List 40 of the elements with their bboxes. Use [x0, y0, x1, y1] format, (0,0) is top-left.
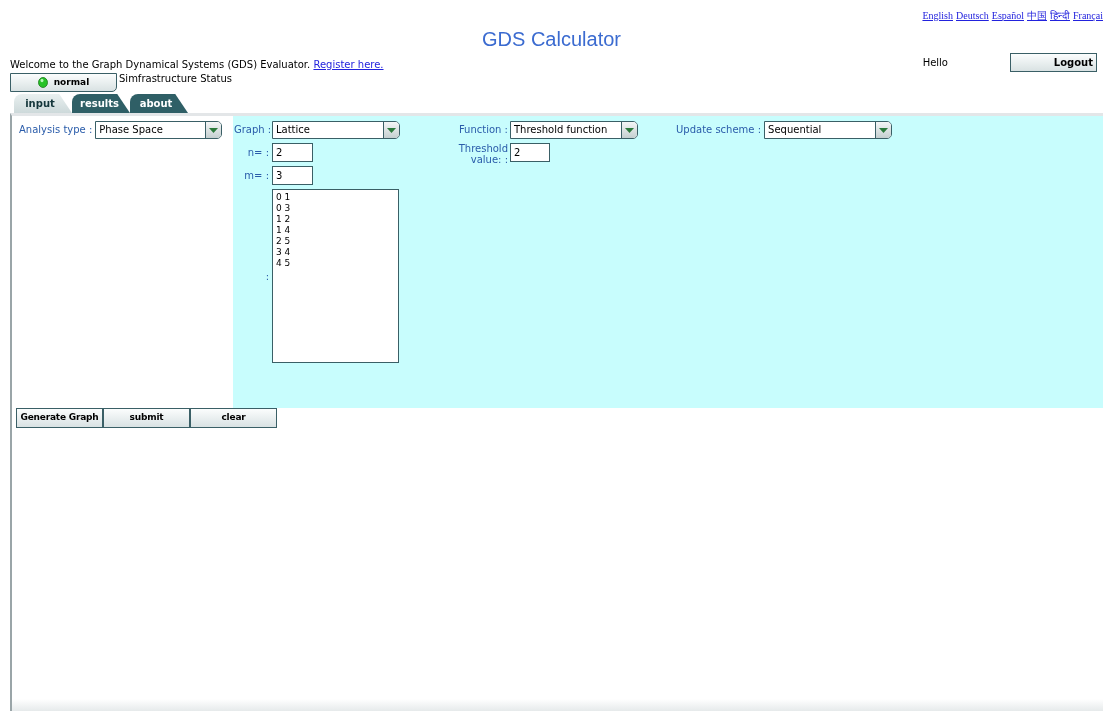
update-scheme-dropdown[interactable]: Sequential — [764, 121, 893, 139]
status-light-icon — [37, 77, 48, 88]
logout-button[interactable]: Logout — [1010, 53, 1097, 72]
m-field[interactable]: 3 — [272, 166, 313, 185]
n-label: n= : — [246, 147, 269, 158]
analysis-type-label: Analysis type : — [19, 124, 93, 135]
tab[interactable]: input — [14, 94, 72, 113]
dropdown-arrow-icon — [879, 127, 889, 133]
language-link[interactable]: 中国 — [1027, 8, 1047, 22]
dropdown-arrow-icon — [387, 127, 396, 133]
threshold-field[interactable]: 2 — [510, 143, 550, 162]
greeting-text: Hello — [922, 56, 948, 70]
function-dropdown[interactable]: Threshold function — [510, 121, 638, 139]
dropdown-arrow-icon — [209, 127, 219, 133]
graph-dropdown[interactable]: Lattice — [272, 121, 400, 139]
language-link[interactable]: Deutsch — [956, 8, 989, 22]
language-link[interactable]: English — [922, 8, 953, 22]
tab[interactable]: about — [130, 94, 188, 113]
status-caption: Simfrastructure Status — [119, 73, 233, 85]
action-button[interactable]: clear — [190, 408, 277, 428]
edge-list-field[interactable]: 0 1 0 3 1 2 1 4 2 5 3 4 4 5 — [272, 189, 399, 363]
dropdown-arrow-icon — [625, 127, 634, 133]
update-scheme-label: Update scheme : — [676, 124, 762, 135]
n-field[interactable]: 2 — [272, 143, 313, 162]
action-button[interactable]: submit — [103, 408, 190, 428]
threshold-label: Threshold value: : — [457, 143, 508, 165]
welcome-text: Welcome to the Graph Dynamical Systems (GDS) Evaluator. Register here. — [10, 58, 384, 72]
function-label: Function : — [457, 124, 508, 135]
page-title: GDS Calculator — [482, 27, 621, 51]
register-link[interactable]: Register here. — [313, 59, 384, 70]
language-link[interactable]: हिन्दी — [1050, 8, 1070, 22]
action-button[interactable]: Generate Graph — [16, 408, 103, 428]
m-label: m= : — [243, 170, 269, 181]
language-link[interactable]: Françai — [1073, 8, 1103, 22]
language-link[interactable]: Español — [991, 8, 1024, 22]
analysis-type-dropdown[interactable]: Phase Space — [95, 121, 223, 139]
graph-label: Graph : — [234, 124, 269, 135]
edges-label: : — [264, 271, 269, 282]
tab[interactable]: results — [72, 94, 130, 113]
status-button[interactable]: normal — [10, 73, 117, 92]
